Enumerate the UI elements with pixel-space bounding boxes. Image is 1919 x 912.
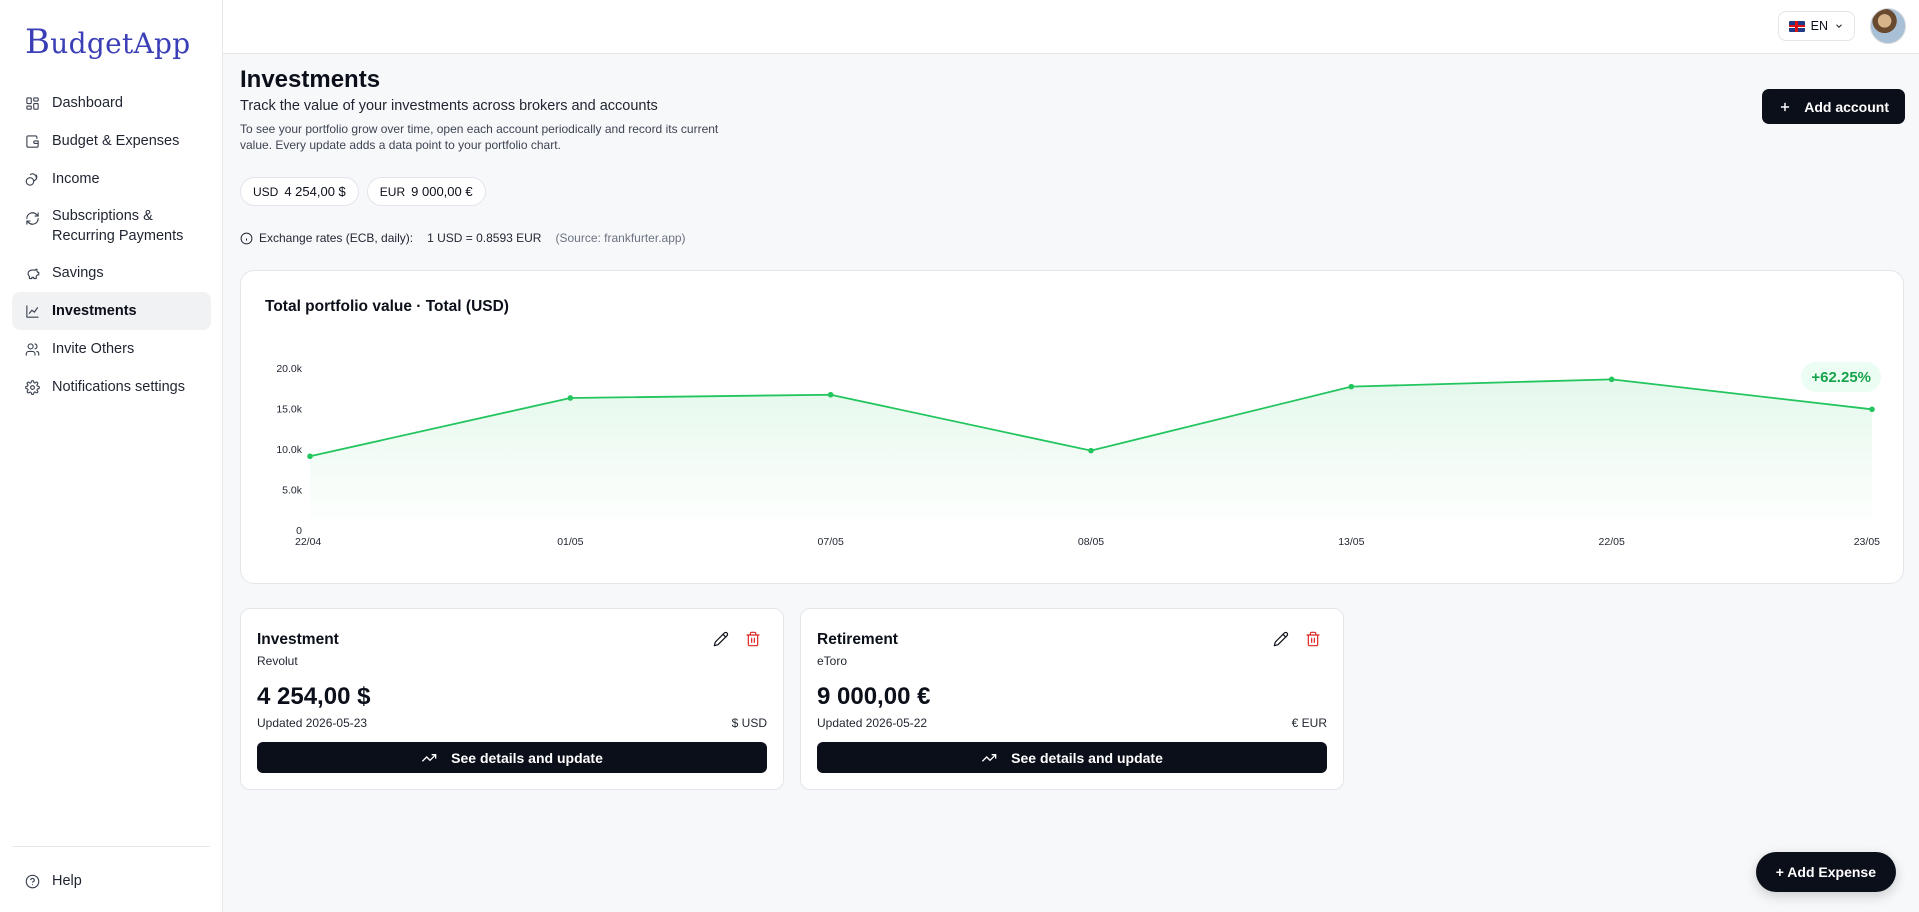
account-value: 9 000,00 €	[817, 683, 931, 710]
add-account-button[interactable]: Add account	[1762, 89, 1905, 124]
x-tick-label: 07/05	[818, 536, 844, 548]
edit-account-button[interactable]	[1273, 631, 1291, 649]
info-icon	[240, 232, 253, 244]
y-tick-label: 20.0k	[276, 363, 302, 375]
account-name: Retirement	[817, 631, 898, 648]
account-currency: € EUR	[1291, 716, 1327, 730]
y-tick-label: 15.0k	[276, 404, 302, 416]
users-icon	[24, 339, 40, 359]
pencil-icon	[713, 631, 729, 647]
sidebar-item-budget-expenses[interactable]: Budget & Expenses	[12, 122, 211, 160]
account-updated: Updated 2026-05-23	[257, 716, 368, 730]
y-tick-label: 5.0k	[282, 485, 303, 497]
sidebar-item-dashboard[interactable]: Dashboard	[12, 84, 211, 122]
trash-icon	[746, 631, 760, 647]
trending-up-icon	[982, 753, 997, 762]
data-point	[1088, 447, 1094, 454]
exchange-rates: Exchange rates (ECB, daily): 1 USD = 0.8…	[240, 231, 686, 245]
grid-icon	[24, 93, 40, 113]
sidebar-item-label: Notifications settings	[52, 379, 185, 395]
x-tick-label: 22/04	[295, 536, 321, 548]
sidebar-divider	[12, 846, 210, 847]
sidebar-item-label: Budget & Expenses	[52, 133, 180, 149]
account-updated: Updated 2026-05-22	[817, 716, 928, 730]
sidebar-item-label: Savings	[52, 265, 104, 281]
refresh-icon	[24, 208, 40, 228]
help-circle-icon	[24, 871, 40, 891]
uk-flag-icon	[1788, 20, 1805, 32]
account-name: Investment	[257, 631, 339, 648]
account-card-retirement: Retirement eToro 9 000,00 € Updated 2026…	[800, 608, 1344, 790]
trending-up-icon	[422, 753, 437, 762]
wallet-icon	[24, 131, 40, 151]
account-value: 4 254,00 $	[257, 683, 371, 710]
sidebar-item-label: Subscriptions & Recurring Payments	[52, 208, 184, 244]
avatar[interactable]	[1870, 8, 1906, 44]
account-broker: eToro	[817, 654, 848, 668]
plus-icon	[1781, 102, 1790, 111]
x-tick-label: 08/05	[1078, 536, 1104, 548]
piggy-bank-icon	[24, 263, 40, 283]
total-pill-usd: USD 4 254,00 $	[240, 177, 359, 206]
page-description: To see your portfolio grow over time, op…	[240, 122, 719, 152]
data-point	[567, 395, 574, 401]
sidebar-help: Help	[12, 862, 211, 900]
sidebar-item-subscriptions[interactable]: Subscriptions & Recurring Payments	[12, 198, 211, 254]
delete-account-button[interactable]	[1305, 631, 1323, 649]
sidebar-item-investments[interactable]: Investments	[12, 292, 211, 330]
sidebar-item-label: Income	[52, 171, 100, 187]
x-tick-label: 23/05	[1854, 536, 1880, 548]
account-currency: $ USD	[731, 716, 767, 730]
edit-account-button[interactable]	[713, 631, 731, 649]
sidebar-item-label: Invite Others	[52, 341, 135, 357]
sidebar: BudgetApp Dashboard Budget & Expenses In…	[0, 0, 223, 912]
portfolio-chart[interactable]: 05.0k10.0k15.0k20.0k22/04 01/05 07/05 08/05…	[241, 271, 1905, 585]
account-card-investment: Investment Revolut 4 254,00 $ Updated 20…	[240, 608, 784, 790]
sidebar-item-notifications-settings[interactable]: Notifications settings	[12, 368, 211, 406]
trash-icon	[1306, 631, 1320, 647]
account-broker: Revolut	[257, 654, 298, 668]
gear-icon	[24, 377, 40, 397]
page-title: Investments	[240, 66, 381, 93]
chart-line-icon	[24, 301, 40, 321]
data-point	[1869, 406, 1875, 413]
sidebar-nav: Dashboard Budget & Expenses Income Subsc…	[12, 84, 211, 406]
sidebar-item-label: Dashboard	[52, 95, 123, 111]
coins-icon	[24, 169, 40, 189]
data-point	[827, 391, 834, 398]
change-badge: +62.25%	[1801, 362, 1881, 392]
page-subtitle: Track the value of your investments acro…	[240, 98, 658, 114]
chevron-down-icon	[1836, 24, 1842, 28]
delete-account-button[interactable]	[745, 631, 763, 649]
x-tick-label: 22/05	[1599, 536, 1625, 548]
app-logo[interactable]: BudgetApp	[25, 22, 190, 62]
sidebar-item-help[interactable]: Help	[12, 862, 211, 900]
total-pill-eur: EUR 9 000,00 €	[366, 177, 486, 206]
sidebar-item-savings[interactable]: Savings	[12, 254, 211, 292]
data-point	[1608, 376, 1615, 383]
language-label: EN	[1810, 19, 1828, 33]
x-tick-label: 13/05	[1338, 536, 1364, 548]
topbar: EN	[223, 0, 1919, 54]
currency-totals: USD 4 254,00 $ EUR 9 000,00 €	[240, 177, 486, 206]
sidebar-item-label: Investments	[52, 303, 137, 319]
data-point	[1348, 383, 1355, 390]
add-expense-button[interactable]: + Add Expense	[1755, 852, 1896, 892]
see-details-button[interactable]: See details and update	[257, 742, 767, 773]
pencil-icon	[1273, 631, 1289, 647]
sidebar-item-income[interactable]: Income	[12, 160, 211, 198]
y-tick-label: 10.0k	[276, 444, 302, 456]
language-selector[interactable]: EN	[1777, 11, 1855, 41]
see-details-button[interactable]: See details and update	[817, 742, 1327, 773]
x-tick-label: 01/05	[557, 536, 583, 548]
chart-area	[310, 379, 1872, 530]
sidebar-item-invite-others[interactable]: Invite Others	[12, 330, 211, 368]
portfolio-chart-card: Total portfolio value · Total (USD) 0 5.0…	[240, 270, 1904, 584]
data-point	[307, 453, 313, 460]
sidebar-item-label: Help	[52, 873, 82, 889]
